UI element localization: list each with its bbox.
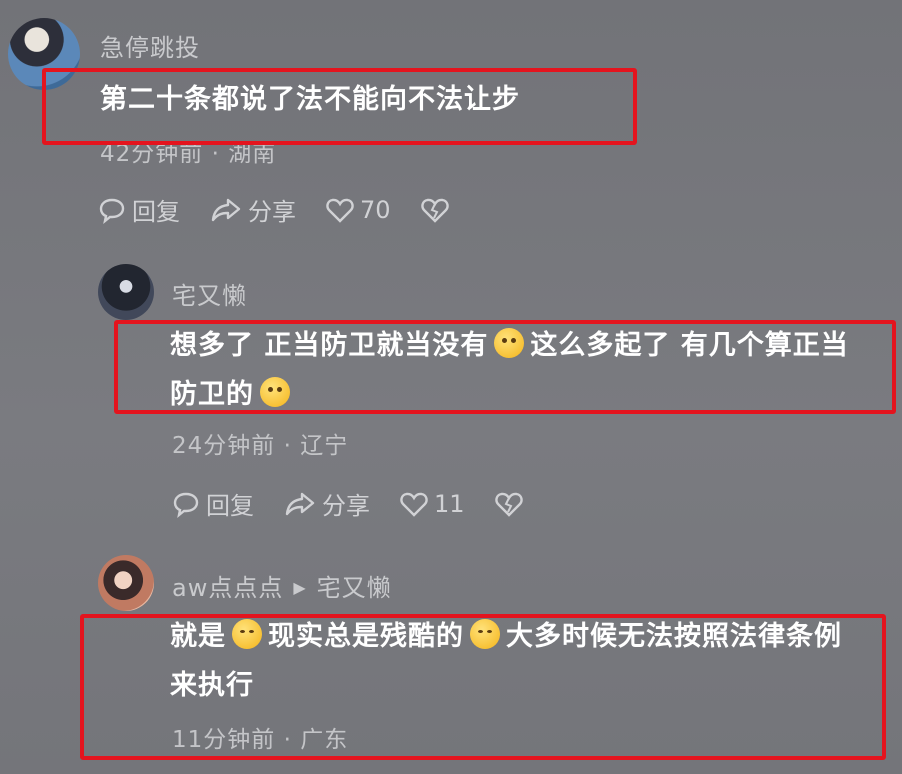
- highlight-box: [80, 614, 886, 760]
- reply-header: aw点点点 ▶ 宅又懒: [172, 568, 392, 603]
- highlight-box: [114, 320, 896, 414]
- broken-heart-icon: [420, 198, 449, 223]
- username[interactable]: 急停跳投: [100, 28, 200, 63]
- broken-heart-icon: [494, 492, 523, 517]
- reply-icon: [99, 198, 125, 224]
- comment-actions: 回复 分享 11: [172, 486, 559, 521]
- comment-actions: 回复 分享 70: [98, 192, 485, 227]
- heart-icon: [400, 492, 428, 517]
- reply-icon: [173, 492, 199, 518]
- caret-right-icon: ▶: [293, 578, 307, 597]
- like-count: 70: [360, 195, 391, 224]
- reply-label: 回复: [132, 198, 180, 226]
- share-label: 分享: [322, 492, 370, 520]
- like-button[interactable]: 70: [326, 196, 391, 224]
- share-icon: [285, 492, 315, 515]
- dislike-button[interactable]: [494, 491, 529, 517]
- comment-meta: 24分钟前 · 辽宁: [172, 433, 349, 459]
- dislike-button[interactable]: [420, 197, 455, 223]
- heart-icon: [326, 198, 354, 223]
- username[interactable]: 宅又懒: [172, 276, 247, 311]
- like-button[interactable]: 11: [400, 490, 465, 518]
- comment-thread: 急停跳投 第二十条都说了法不能向不法让步 42分钟前 · 湖南 回复 分享 70…: [0, 0, 902, 774]
- reply-to-username[interactable]: 宅又懒: [317, 574, 392, 602]
- avatar[interactable]: [98, 264, 154, 320]
- reply-button[interactable]: 回复: [172, 486, 254, 521]
- avatar[interactable]: [98, 555, 154, 611]
- reply-label: 回复: [206, 492, 254, 520]
- share-label: 分享: [248, 198, 296, 226]
- highlight-box: [42, 68, 637, 145]
- like-count: 11: [434, 489, 465, 518]
- username[interactable]: aw点点点: [172, 574, 283, 602]
- share-icon: [211, 198, 241, 221]
- share-button[interactable]: 分享: [210, 192, 296, 227]
- reply-button[interactable]: 回复: [98, 192, 180, 227]
- share-button[interactable]: 分享: [284, 486, 370, 521]
